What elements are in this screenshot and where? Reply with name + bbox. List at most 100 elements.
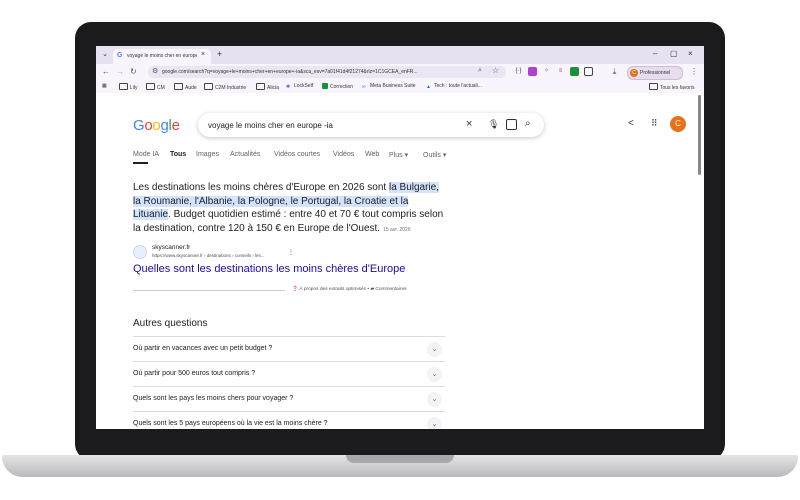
tab-outils[interactable]: Outils ▾ xyxy=(423,151,446,159)
chevron-down-icon[interactable]: ⌄ xyxy=(427,417,442,429)
paa-question[interactable]: Où partir pour 500 euros tout compris ? … xyxy=(133,361,445,387)
people-also-ask-title: Autres questions xyxy=(133,318,208,329)
microphone-icon[interactable]: 🎙 xyxy=(488,119,499,130)
snippet-text: Les destinations les moins chères d'Euro… xyxy=(133,182,389,193)
browser-menu-icon[interactable]: ⋮ xyxy=(690,67,698,76)
close-window-icon[interactable]: × xyxy=(688,49,693,58)
correction-icon xyxy=(322,83,328,89)
bookmark-correction[interactable]: Correction xyxy=(322,83,353,90)
lockself-icon: ✱ xyxy=(286,84,291,90)
help-icon[interactable]: ❓ xyxy=(292,287,298,292)
tab-web[interactable]: Web xyxy=(365,151,379,158)
tab-tous[interactable]: Tous xyxy=(170,151,186,158)
close-tab-icon[interactable]: × xyxy=(201,51,205,58)
tech-icon: ▲ xyxy=(426,84,431,90)
featured-snippet: Les destinations les moins chères d'Euro… xyxy=(133,181,445,237)
download-icon[interactable]: ⤓ xyxy=(610,67,619,76)
about-snippets-link[interactable]: À propos des extraits optimisés xyxy=(299,287,366,292)
browser-window: ⌄ G voyage le moins cher en europe × + –… xyxy=(96,46,704,429)
bookmark-cm[interactable]: CM xyxy=(146,83,165,91)
google-results-page: Google voyage le moins cher en europe -i… xyxy=(96,93,704,429)
apps-grid-icon[interactable]: ▦ xyxy=(102,83,107,89)
tab-actualites[interactable]: Actualités xyxy=(230,151,260,158)
bookmark-star-icon[interactable]: ☆ xyxy=(492,66,499,75)
new-tab-button[interactable]: + xyxy=(217,49,222,59)
snippet-date: 15 avr. 2026 xyxy=(383,226,411,233)
extension-purple-icon[interactable] xyxy=(528,67,537,76)
address-bar[interactable]: ⚙ google.com/search?q=voyage+le+moins+ch… xyxy=(148,66,506,78)
share-icon[interactable]: < xyxy=(628,118,634,129)
google-lens-icon[interactable] xyxy=(506,119,517,130)
google-favicon-icon: G xyxy=(117,52,123,59)
bookmark-c2m[interactable]: C2M Industrie xyxy=(204,83,246,91)
bookmark-tech[interactable]: ▲ Tech : toute l'actuali... xyxy=(426,83,482,90)
google-logo[interactable]: Google xyxy=(133,117,180,134)
all-bookmarks[interactable]: Tous les favoris xyxy=(649,83,694,91)
folder-icon xyxy=(174,83,183,90)
search-input[interactable]: voyage le moins cher en europe -ia xyxy=(208,121,333,130)
browser-tab[interactable]: G voyage le moins cher en europe × xyxy=(113,49,211,64)
folder-icon xyxy=(256,83,265,90)
bookmark-alicia[interactable]: Alicia xyxy=(256,83,279,91)
tab-plus[interactable]: Plus ▾ xyxy=(389,151,408,159)
source-name[interactable]: skyscanner.fr xyxy=(152,244,190,251)
reload-icon[interactable]: ↻ xyxy=(130,67,137,76)
profile-chip[interactable]: C Professionnel xyxy=(627,66,683,80)
folder-icon xyxy=(204,83,213,90)
chevron-down-icon[interactable]: ⌄ xyxy=(427,392,442,407)
site-info-icon[interactable]: ⚙ xyxy=(152,67,158,75)
minimize-icon[interactable]: – xyxy=(653,49,657,58)
folder-icon xyxy=(146,83,155,90)
tab-search-icon[interactable]: ⌄ xyxy=(100,50,110,60)
snippet-about: ❓ À propos des extraits optimisés • ▰ Co… xyxy=(292,287,407,292)
tab-title: voyage le moins cher en europe xyxy=(127,53,197,59)
chevron-down-icon[interactable]: ⌄ xyxy=(427,367,442,382)
folder-icon xyxy=(119,83,128,90)
tab-bar: ⌄ G voyage le moins cher en europe × + –… xyxy=(96,46,704,64)
maximize-icon[interactable]: ▢ xyxy=(670,49,678,58)
bookmark-meta[interactable]: ∞ Meta Business Suite xyxy=(362,83,416,90)
source-more-icon[interactable]: ⋮ xyxy=(288,249,294,256)
bookmark-lily[interactable]: Lily xyxy=(119,83,138,91)
chevron-down-icon[interactable]: ⌄ xyxy=(427,342,442,357)
extension-green-icon[interactable] xyxy=(570,67,579,76)
chevron-down-icon: ▾ xyxy=(404,152,409,159)
extension-code-icon[interactable]: {·} xyxy=(514,67,523,76)
search-box[interactable]: voyage le moins cher en europe -ia × 🎙 ⌕ xyxy=(198,113,544,137)
bookmarks-bar: ▦ Lily CM Aude C2M Industrie Alicia ✱ Loc… xyxy=(96,80,704,94)
feedback-link[interactable]: Commentaires xyxy=(375,287,406,292)
paa-question[interactable]: Quels sont les 5 pays européens où la vi… xyxy=(133,411,445,429)
bookmark-aude[interactable]: Aude xyxy=(174,83,197,91)
extension-bolt-icon[interactable]: ✧ xyxy=(542,67,551,76)
extension-filter-icon[interactable]: ≡ xyxy=(556,67,565,76)
user-avatar[interactable]: C xyxy=(670,116,686,132)
scrollbar[interactable] xyxy=(698,95,701,175)
paa-question-text: Quels sont les 5 pays européens où la vi… xyxy=(133,420,328,427)
paa-question[interactable]: Quels sont les pays les moins chers pour… xyxy=(133,386,445,412)
meta-icon: ∞ xyxy=(362,84,366,90)
paa-question-text: Où partir pour 500 euros tout compris ? xyxy=(133,370,256,377)
extensions-puzzle-icon[interactable] xyxy=(584,67,593,76)
forward-icon[interactable]: → xyxy=(116,67,124,76)
paa-question[interactable]: Où partir en vacances avec un petit budg… xyxy=(133,336,445,362)
active-tab-indicator xyxy=(133,162,148,164)
bookmark-lockself[interactable]: ✱ LockSelf xyxy=(286,83,313,90)
tab-mode-ia[interactable]: Mode IA xyxy=(133,151,159,158)
search-icon[interactable]: ⌕ xyxy=(525,118,531,129)
zoom-icon[interactable]: ⌕ xyxy=(478,67,482,75)
result-title-link[interactable]: Quelles sont les destinations les moins … xyxy=(133,263,405,275)
source-url[interactable]: https://www.skyscanner.fr › destinations… xyxy=(152,253,265,258)
toolbar: ← → ↻ ⚙ google.com/search?q=voyage+le+mo… xyxy=(96,64,704,80)
folder-icon xyxy=(649,83,658,90)
tab-videos-courtes[interactable]: Vidéos courtes xyxy=(274,151,320,158)
source-favicon-icon[interactable] xyxy=(133,245,147,259)
tab-videos[interactable]: Vidéos xyxy=(333,151,354,158)
back-icon[interactable]: ← xyxy=(102,67,110,76)
chevron-down-icon: ▾ xyxy=(442,152,447,159)
google-apps-icon[interactable]: ⠿ xyxy=(651,118,658,129)
tab-images[interactable]: Images xyxy=(196,151,219,158)
url-text[interactable]: google.com/search?q=voyage+le+moins+cher… xyxy=(162,69,462,75)
paa-question-text: Où partir en vacances avec un petit budg… xyxy=(133,345,273,352)
feedback-icon[interactable]: ▰ xyxy=(370,287,374,292)
clear-search-icon[interactable]: × xyxy=(466,118,472,130)
